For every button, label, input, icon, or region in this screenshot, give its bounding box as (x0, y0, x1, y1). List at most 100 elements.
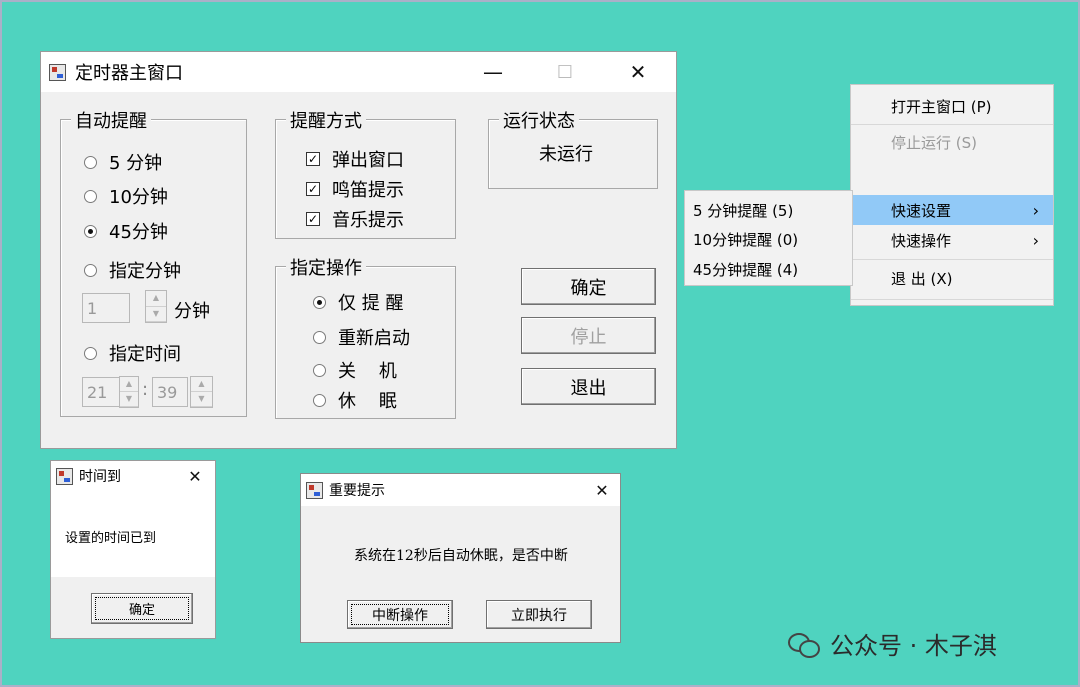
minute-down-icon[interactable]: ▼ (191, 392, 212, 407)
submenu-45-minutes[interactable]: 45分钟提醒 (4) (685, 255, 852, 283)
app-icon (306, 481, 323, 499)
radio-5-minutes-label: 5 分钟 (109, 153, 163, 174)
submenu-5-minutes[interactable]: 5 分钟提醒 (5) (685, 196, 852, 224)
app-icon (49, 63, 66, 81)
status-group: 运行状态 未运行 (488, 107, 658, 189)
radio-remind-only[interactable]: 仅 提 醒 (313, 289, 403, 315)
minimize-icon[interactable]: — (470, 52, 516, 92)
checkbox-popup-label: 弹出窗口 (332, 150, 404, 171)
menu-separator (851, 299, 1053, 300)
app-icon (56, 467, 73, 485)
spinner-down-icon[interactable]: ▼ (146, 307, 166, 322)
close-icon[interactable]: ✕ (177, 461, 213, 491)
chevron-right-icon: › (1032, 230, 1039, 250)
ok-button[interactable]: 确定 (521, 268, 656, 305)
menu-quick-settings-label: 快速设置 (891, 201, 952, 220)
radio-custom-time-circle[interactable] (84, 346, 97, 360)
menu-quick-settings[interactable]: 快速设置 › (851, 195, 1053, 225)
reminder-group: 自动提醒 5 分钟 10分钟 45分钟 指定分钟 1 ▲ ▼ 分钟 指定时间 21… (60, 107, 247, 417)
time-up-dialog: 时间到 ✕ 设置的时间已到 确定 (50, 460, 216, 639)
time-up-titlebar[interactable]: 时间到 ✕ (51, 461, 215, 491)
interrupt-button[interactable]: 中断操作 (347, 600, 453, 629)
hour-input[interactable]: 21 (82, 377, 122, 407)
menu-separator (851, 124, 1053, 125)
checkbox-beep[interactable]: ✓ 鸣笛提示 (306, 176, 404, 202)
window-title: 定时器主窗口 (75, 63, 183, 84)
checkbox-popup-box[interactable]: ✓ (306, 152, 320, 166)
minute-input[interactable]: 39 (152, 377, 188, 407)
wechat-icon (788, 631, 820, 658)
main-window-titlebar[interactable]: 定时器主窗口 — ☐ ✕ (41, 52, 676, 92)
radio-restart-circle[interactable] (313, 330, 326, 344)
radio-custom-minutes-circle[interactable] (84, 263, 97, 277)
radio-sleep[interactable]: 休 眠 (313, 387, 397, 413)
status-value: 未运行 (539, 144, 593, 165)
radio-5-minutes-circle[interactable] (84, 155, 97, 169)
menu-quick-actions-label: 快速操作 (891, 231, 952, 250)
checkbox-music-label: 音乐提示 (332, 210, 404, 231)
time-separator: : (142, 379, 149, 400)
minute-up-icon[interactable]: ▲ (191, 377, 212, 392)
radio-remind-only-label: 仅 提 醒 (338, 293, 404, 314)
minutes-spinner[interactable]: ▲ ▼ (145, 290, 167, 323)
radio-restart[interactable]: 重新启动 (313, 324, 410, 350)
submenu-10-minutes[interactable]: 10分钟提醒 (0) (685, 225, 852, 253)
minutes-input[interactable]: 1 (82, 293, 130, 323)
radio-sleep-label: 休 眠 (338, 391, 397, 412)
reminder-group-title: 自动提醒 (71, 107, 151, 133)
time-up-ok-button[interactable]: 确定 (91, 593, 193, 624)
notice-dialog: 重要提示 ✕ 系统在12秒后自动休眠，是否中断 中断操作 立即执行 (300, 473, 621, 643)
radio-45-minutes[interactable]: 45分钟 (84, 218, 168, 244)
radio-restart-label: 重新启动 (338, 328, 410, 349)
checkbox-popup[interactable]: ✓ 弹出窗口 (306, 146, 404, 172)
close-icon[interactable]: ✕ (584, 474, 620, 506)
radio-custom-time-label: 指定时间 (109, 344, 181, 365)
checkbox-music-box[interactable]: ✓ (306, 212, 320, 226)
checkbox-music[interactable]: ✓ 音乐提示 (306, 206, 404, 232)
execute-now-button[interactable]: 立即执行 (486, 600, 592, 629)
hour-down-icon[interactable]: ▼ (120, 392, 138, 407)
radio-shutdown-label: 关 机 (338, 361, 397, 382)
radio-shutdown-circle[interactable] (313, 363, 326, 377)
radio-10-minutes[interactable]: 10分钟 (84, 183, 168, 209)
time-up-message: 设置的时间已到 (65, 531, 157, 546)
quick-settings-submenu: 5 分钟提醒 (5) 10分钟提醒 (0) 45分钟提醒 (4) (684, 190, 853, 286)
chevron-right-icon: › (1032, 200, 1039, 220)
notice-title: 重要提示 (329, 483, 385, 499)
minute-spinner[interactable]: ▲ ▼ (190, 376, 213, 408)
menu-quick-actions[interactable]: 快速操作 › (851, 225, 1053, 255)
notice-titlebar[interactable]: 重要提示 ✕ (301, 474, 620, 506)
watermark-text: 公众号 · 木子淇 (830, 632, 997, 660)
action-group-title: 指定操作 (286, 254, 366, 280)
radio-remind-only-circle[interactable] (313, 295, 326, 309)
main-window: 定时器主窗口 — ☐ ✕ 自动提醒 5 分钟 10分钟 45分钟 指定分钟 1 … (40, 51, 677, 449)
spinner-up-icon[interactable]: ▲ (146, 291, 166, 307)
radio-45-minutes-circle[interactable] (84, 224, 97, 238)
watermark: 公众号 · 木子淇 (788, 626, 997, 661)
hour-up-icon[interactable]: ▲ (120, 377, 138, 392)
hour-spinner[interactable]: ▲ ▼ (119, 376, 139, 408)
radio-sleep-circle[interactable] (313, 393, 326, 407)
checkbox-beep-label: 鸣笛提示 (332, 180, 404, 201)
stop-button[interactable]: 停止 (521, 317, 656, 354)
radio-custom-time[interactable]: 指定时间 (84, 340, 181, 366)
maximize-icon[interactable]: ☐ (542, 52, 588, 92)
action-group: 指定操作 仅 提 醒 重新启动 关 机 休 眠 (275, 254, 456, 419)
menu-separator (851, 259, 1053, 260)
notice-message: 系统在12秒后自动休眠，是否中断 (354, 548, 568, 564)
exit-button[interactable]: 退出 (521, 368, 656, 405)
radio-45-minutes-label: 45分钟 (109, 222, 168, 243)
menu-stop-running[interactable]: 停止运行 (S) (851, 127, 1053, 157)
radio-10-minutes-circle[interactable] (84, 189, 97, 203)
radio-shutdown[interactable]: 关 机 (313, 357, 397, 383)
time-up-title: 时间到 (79, 469, 121, 485)
checkbox-beep-box[interactable]: ✓ (306, 182, 320, 196)
minutes-unit-label: 分钟 (174, 301, 210, 322)
menu-open-main-window[interactable]: 打开主窗口 (P) (851, 91, 1053, 121)
close-icon[interactable]: ✕ (615, 52, 661, 92)
radio-10-minutes-label: 10分钟 (109, 187, 168, 208)
menu-exit[interactable]: 退 出 (X) (851, 263, 1053, 293)
method-group-title: 提醒方式 (286, 107, 366, 133)
radio-custom-minutes[interactable]: 指定分钟 (84, 257, 181, 283)
radio-5-minutes[interactable]: 5 分钟 (84, 149, 162, 175)
